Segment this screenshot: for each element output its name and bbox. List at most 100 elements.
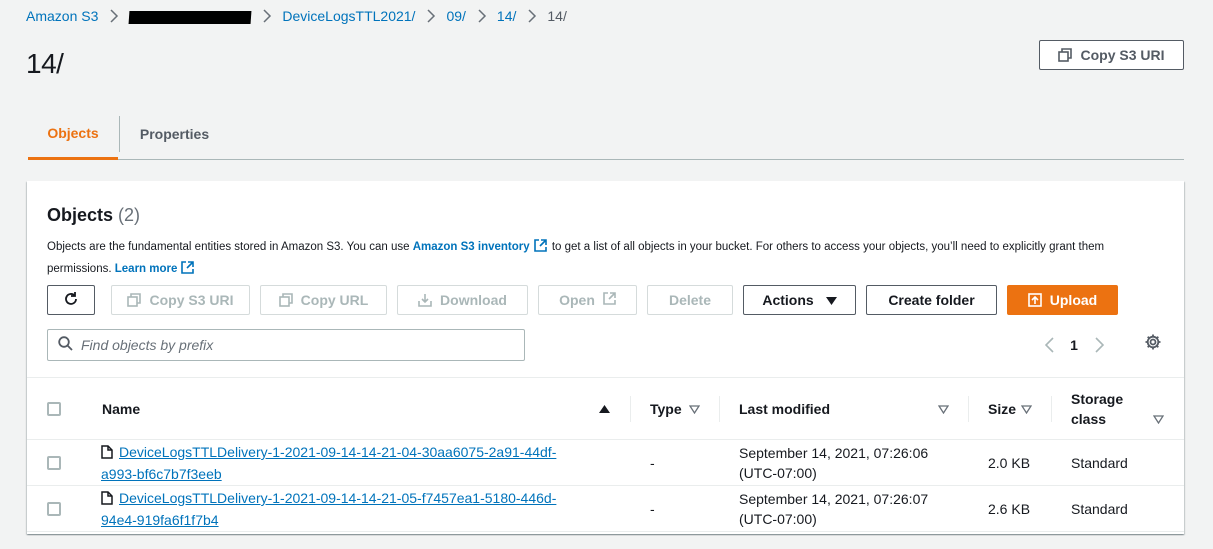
chevron-right-icon <box>110 9 119 23</box>
download-button[interactable]: Download <box>397 285 528 315</box>
upload-label: Upload <box>1049 292 1098 308</box>
open-label: Open <box>559 292 595 308</box>
select-all-checkbox[interactable] <box>47 402 61 416</box>
sort-up-icon[interactable] <box>599 378 610 440</box>
delete-label: Delete <box>668 292 712 308</box>
copy-s3-uri-toolbar-label: Copy S3 URI <box>149 292 234 308</box>
external-link-icon <box>603 292 616 308</box>
column-storage-class-line1: Storage <box>1071 391 1124 407</box>
column-divider <box>719 396 720 422</box>
external-link-icon <box>181 261 195 281</box>
breadcrumb: Amazon S3 DeviceLogsTTL2021/ 09/ 14/ 14/ <box>26 6 567 26</box>
row-checkbox-cell <box>47 486 61 532</box>
page-number[interactable]: 1 <box>1059 337 1089 353</box>
copy-icon <box>1058 48 1073 62</box>
refresh-button[interactable] <box>47 285 95 315</box>
search-icon <box>58 336 73 354</box>
search-field[interactable] <box>47 329 525 361</box>
size-cell: 2.6 KB <box>988 501 1031 517</box>
file-icon <box>101 490 113 510</box>
objects-panel-title: Objects (2) <box>47 205 140 226</box>
gear-icon[interactable] <box>1142 331 1164 353</box>
chevron-right-icon <box>263 9 272 23</box>
object-link-line1[interactable]: DeviceLogsTTLDelivery-1-2021-09-14-14-21… <box>119 490 556 506</box>
copy-icon <box>278 293 293 307</box>
search-input[interactable] <box>81 337 501 353</box>
breadcrumb-current: 14/ <box>547 8 567 24</box>
object-link-line2[interactable]: 94e4-919fa6f1f7b4 <box>101 512 219 528</box>
copy-s3-uri-button-toolbar[interactable]: Copy S3 URI <box>111 285 250 315</box>
refresh-icon <box>63 291 79 310</box>
actions-dropdown[interactable]: Actions <box>743 285 856 315</box>
name-cell: DeviceLogsTTLDelivery-1-2021-09-14-14-21… <box>101 440 601 486</box>
modified-tz: (UTC-07:00) <box>739 511 817 527</box>
object-link-line2[interactable]: a993-bf6c7b7f3eeb <box>101 466 222 482</box>
breadcrumb-amazon-s3[interactable]: Amazon S3 <box>26 8 98 24</box>
chevron-right-icon[interactable] <box>1089 337 1109 353</box>
table-row[interactable]: DeviceLogsTTLDelivery-1-2021-09-14-14-21… <box>27 440 1184 486</box>
row-checkbox[interactable] <box>47 456 61 470</box>
column-type[interactable]: Type <box>650 378 682 440</box>
copy-url-button[interactable]: Copy URL <box>260 285 387 315</box>
objects-count: (2) <box>118 205 141 225</box>
last-modified-cell: September 14, 2021, 07:26:06 (UTC-07:00) <box>739 440 928 486</box>
copy-url-label: Copy URL <box>300 292 369 308</box>
pagination: 1 <box>1039 331 1109 359</box>
sort-down-icon[interactable] <box>1021 378 1032 440</box>
chevron-left-icon[interactable] <box>1039 337 1059 353</box>
tab-list: Objects Properties <box>28 108 1184 160</box>
breadcrumb-devicelogs[interactable]: DeviceLogsTTL2021/ <box>282 8 415 24</box>
tab-objects[interactable]: Objects <box>28 108 118 160</box>
open-button[interactable]: Open <box>538 285 637 315</box>
row-checkbox[interactable] <box>47 502 61 516</box>
type-cell: - <box>650 455 655 471</box>
delete-button[interactable]: Delete <box>647 285 733 315</box>
column-last-modified[interactable]: Last modified <box>739 378 830 440</box>
chevron-right-icon <box>478 9 487 23</box>
table-row[interactable]: DeviceLogsTTLDelivery-1-2021-09-14-14-21… <box>27 486 1184 532</box>
column-divider <box>968 396 969 422</box>
copy-s3-uri-button[interactable]: Copy S3 URI <box>1039 40 1184 70</box>
modified-date: September 14, 2021, 07:26:07 <box>739 491 929 507</box>
breadcrumb-bucket-redacted[interactable] <box>128 10 252 24</box>
select-all-checkbox-cell <box>47 378 61 440</box>
copy-s3-uri-label: Copy S3 URI <box>1080 47 1165 63</box>
file-icon <box>101 444 113 464</box>
sort-down-icon[interactable] <box>689 378 700 440</box>
column-divider <box>630 396 631 422</box>
modified-date: September 14, 2021, 07:26:06 <box>739 445 929 461</box>
create-folder-label: Create folder <box>888 292 975 308</box>
modified-tz: (UTC-07:00) <box>739 465 817 481</box>
download-icon <box>418 293 432 307</box>
column-size[interactable]: Size <box>988 378 1016 440</box>
row-checkbox-cell <box>47 440 61 486</box>
upload-button[interactable]: Upload <box>1007 285 1118 315</box>
breadcrumb-09[interactable]: 09/ <box>446 8 465 24</box>
name-cell: DeviceLogsTTLDelivery-1-2021-09-14-14-21… <box>101 486 601 532</box>
learn-more-link[interactable]: Learn more <box>115 263 178 275</box>
actions-label: Actions <box>762 292 814 308</box>
objects-panel: Objects (2) Objects are the fundamental … <box>27 181 1184 534</box>
last-modified-cell: September 14, 2021, 07:26:07 (UTC-07:00) <box>739 486 928 532</box>
column-storage-class[interactable]: Storage class <box>1071 378 1123 440</box>
object-link-line1[interactable]: DeviceLogsTTLDelivery-1-2021-09-14-14-21… <box>119 444 556 460</box>
inventory-link[interactable]: Amazon S3 inventory <box>413 241 530 253</box>
storage-class-cell: Standard <box>1071 455 1128 471</box>
chevron-right-icon <box>427 9 436 23</box>
page-title: 14/ <box>26 48 64 79</box>
column-divider <box>1051 396 1052 422</box>
caret-down-icon <box>825 292 837 308</box>
size-cell: 2.0 KB <box>988 455 1031 471</box>
objects-description: Objects are the fundamental entities sto… <box>47 237 1157 281</box>
upload-icon <box>1027 293 1042 307</box>
tab-properties[interactable]: Properties <box>119 116 229 152</box>
external-link-icon <box>533 239 547 259</box>
chevron-right-icon <box>528 9 537 23</box>
type-cell: - <box>650 501 655 517</box>
desc-text-1: Objects are the fundamental entities sto… <box>47 241 413 253</box>
download-label: Download <box>440 292 507 308</box>
sort-down-icon[interactable] <box>938 378 949 440</box>
column-name[interactable]: Name <box>102 378 140 440</box>
create-folder-button[interactable]: Create folder <box>866 285 997 315</box>
breadcrumb-14[interactable]: 14/ <box>497 8 516 24</box>
